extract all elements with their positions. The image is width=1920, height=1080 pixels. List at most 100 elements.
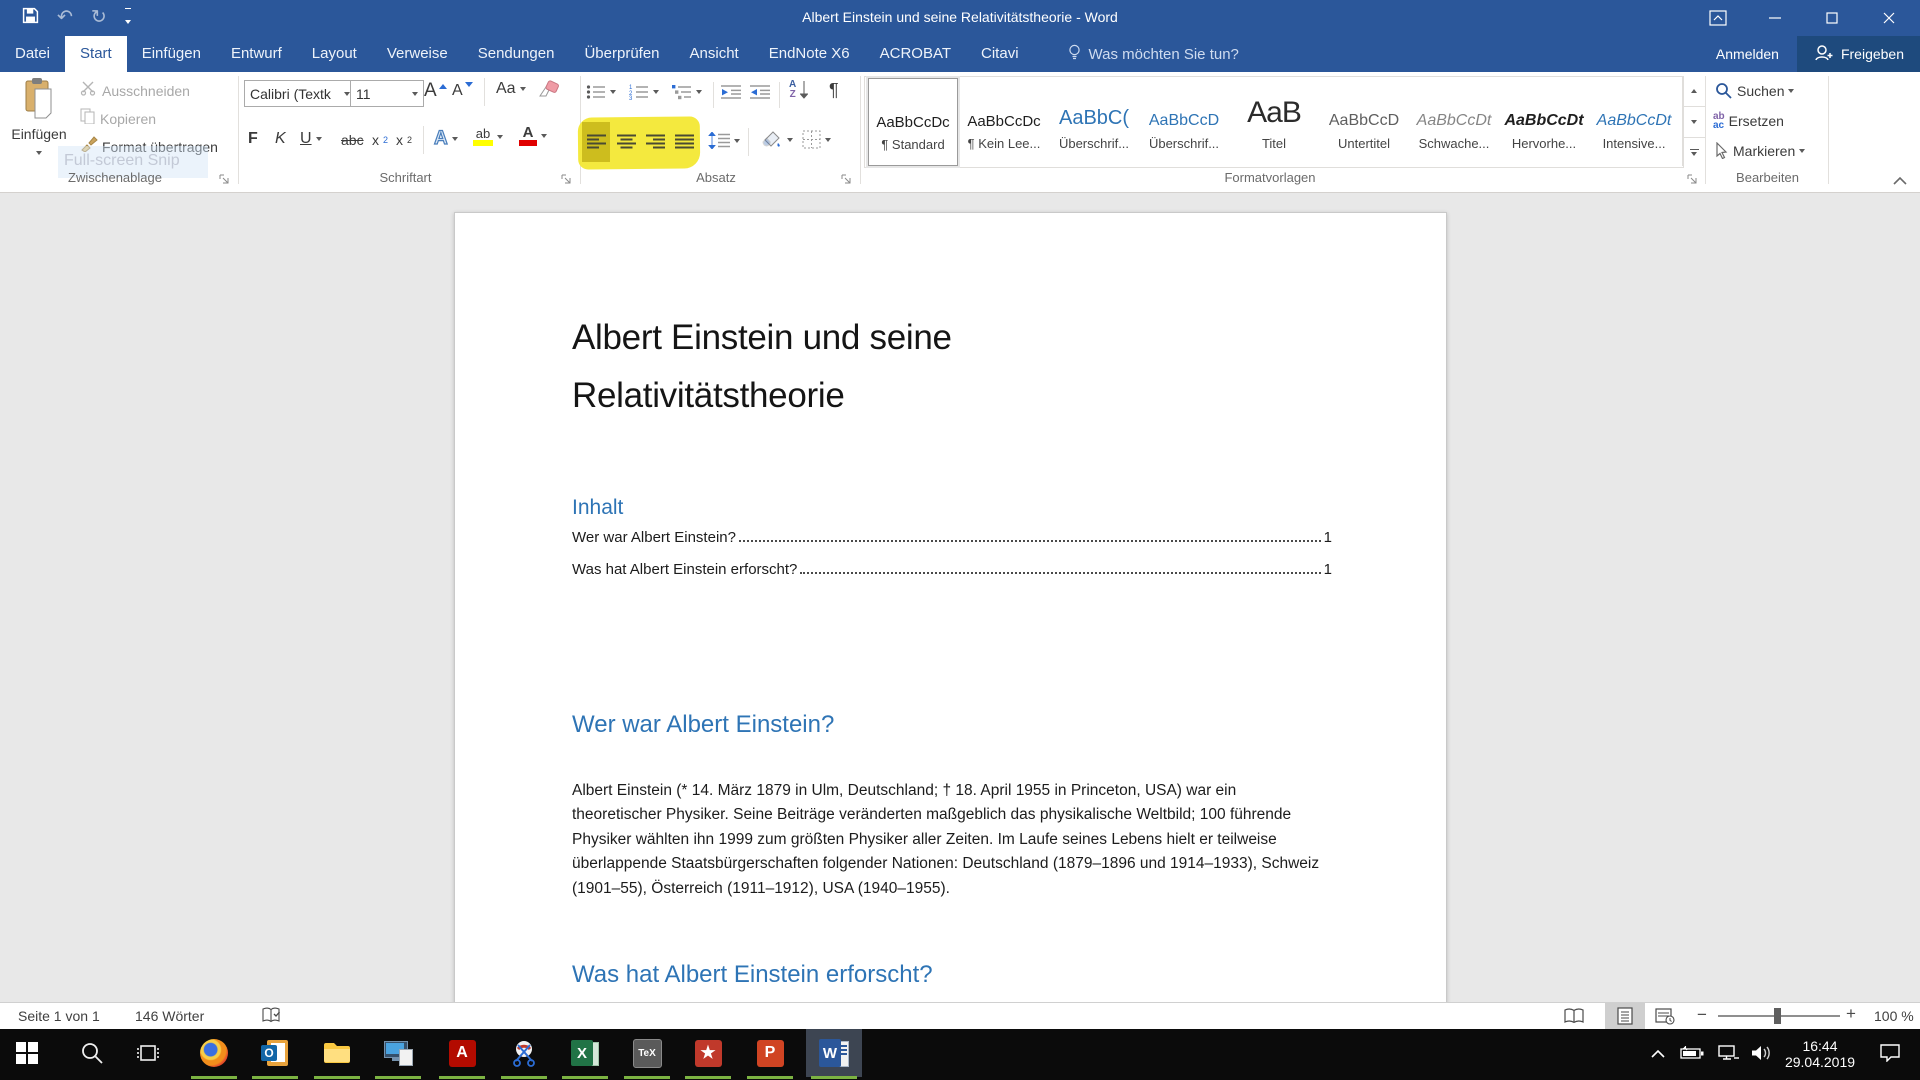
- grow-font-button[interactable]: A: [424, 80, 447, 102]
- clear-formatting-button[interactable]: [538, 80, 560, 98]
- cut-button[interactable]: Ausschneiden: [80, 80, 190, 101]
- text-highlight-button[interactable]: ab: [473, 127, 503, 146]
- text-effects-button[interactable]: A: [434, 128, 458, 150]
- ribbon-display-options-button[interactable]: [1695, 0, 1741, 36]
- tab-start[interactable]: Start: [65, 36, 127, 72]
- font-dialog-launcher-icon[interactable]: [560, 173, 573, 186]
- tab-sendungen[interactable]: Sendungen: [463, 36, 570, 72]
- increase-indent-button[interactable]: [750, 84, 770, 100]
- font-size-combobox[interactable]: 11: [350, 80, 424, 107]
- toc-entry[interactable]: Wer war Albert Einstein? 1: [572, 529, 1332, 546]
- tab-entwurf[interactable]: Entwurf: [216, 36, 297, 72]
- align-center-button[interactable]: [617, 134, 636, 149]
- style-kein-leerraum[interactable]: AaBbCcDc ¶ Kein Lee...: [960, 78, 1048, 164]
- italic-button[interactable]: K: [275, 130, 286, 148]
- document-heading-2[interactable]: Was hat Albert Einstein erforscht?: [572, 961, 933, 989]
- zoom-out-button[interactable]: −: [1697, 1005, 1707, 1025]
- subscript-button[interactable]: x2: [372, 132, 388, 148]
- taskbar-app-snipping-tool[interactable]: [498, 1029, 550, 1077]
- numbering-button[interactable]: 123: [629, 84, 659, 100]
- tray-volume-icon[interactable]: [1744, 1029, 1780, 1077]
- sign-in-button[interactable]: Anmelden: [1698, 36, 1797, 72]
- taskbar-search-button[interactable]: [66, 1029, 118, 1077]
- styles-scroll-down-button[interactable]: [1683, 107, 1705, 138]
- tab-einfuegen[interactable]: Einfügen: [127, 36, 216, 72]
- tray-show-hidden-icons-button[interactable]: [1638, 1029, 1678, 1077]
- tab-endnote[interactable]: EndNote X6: [754, 36, 865, 72]
- borders-button[interactable]: [802, 130, 831, 149]
- tab-ueberpruefen[interactable]: Überprüfen: [569, 36, 674, 72]
- toc-entry[interactable]: Was hat Albert Einstein erforscht? 1: [572, 561, 1332, 578]
- page-count-status[interactable]: Seite 1 von 1: [18, 1008, 100, 1024]
- shrink-font-button[interactable]: A: [452, 82, 473, 100]
- taskbar-app-wunderlist[interactable]: ★: [682, 1029, 734, 1077]
- toc-entry-page[interactable]: 1: [1324, 529, 1332, 546]
- style-schwache-hervorhebung[interactable]: AaBbCcDt Schwache...: [1410, 78, 1498, 164]
- taskbar-app-powerpoint[interactable]: P: [744, 1029, 796, 1077]
- task-view-button[interactable]: [122, 1029, 174, 1077]
- style-untertitel[interactable]: AaBbCcD Untertitel: [1320, 78, 1408, 164]
- collapse-ribbon-button[interactable]: [1893, 172, 1907, 190]
- style-titel[interactable]: AaB Titel: [1230, 78, 1318, 164]
- close-button[interactable]: [1866, 0, 1912, 36]
- clipboard-dialog-launcher-icon[interactable]: [218, 173, 231, 186]
- align-left-button[interactable]: [587, 134, 606, 149]
- word-count-status[interactable]: 146 Wörter: [135, 1008, 204, 1024]
- styles-gallery-more-button[interactable]: [1683, 138, 1705, 166]
- taskbar-app-firefox[interactable]: [188, 1029, 240, 1077]
- style-hervorhebung[interactable]: AaBbCcDt Hervorhe...: [1500, 78, 1588, 164]
- find-button[interactable]: Suchen: [1715, 82, 1794, 100]
- action-center-button[interactable]: [1868, 1029, 1912, 1077]
- document-title[interactable]: Albert Einstein und seine Relativitätsth…: [572, 309, 1072, 425]
- maximize-button[interactable]: [1809, 0, 1855, 36]
- pilcrow-button[interactable]: ¶: [829, 80, 839, 101]
- change-case-button[interactable]: Aa: [496, 80, 526, 98]
- tray-network-icon[interactable]: [1710, 1029, 1746, 1077]
- zoom-in-button[interactable]: +: [1846, 1004, 1856, 1024]
- align-right-button[interactable]: [646, 134, 665, 149]
- copy-button[interactable]: Kopieren: [80, 108, 156, 129]
- tab-datei[interactable]: Datei: [0, 36, 65, 72]
- paragraph-dialog-launcher-icon[interactable]: [840, 173, 853, 186]
- select-button[interactable]: Markieren: [1715, 142, 1805, 159]
- web-layout-view-button[interactable]: [1655, 1007, 1675, 1028]
- tab-acrobat[interactable]: ACROBAT: [865, 36, 966, 72]
- justify-button[interactable]: [675, 134, 694, 149]
- style-intensive-hervorhebung[interactable]: AaBbCcDt Intensive...: [1590, 78, 1678, 164]
- taskbar-app-word-active[interactable]: W: [808, 1029, 860, 1077]
- style-ueberschrift2[interactable]: AaBbCcD Überschrif...: [1140, 78, 1228, 164]
- toc-heading[interactable]: Inhalt: [572, 496, 623, 520]
- multilevel-list-button[interactable]: [672, 84, 702, 100]
- styles-dialog-launcher-icon[interactable]: [1686, 173, 1699, 186]
- read-mode-view-button[interactable]: [1563, 1007, 1585, 1028]
- sort-button[interactable]: AZ: [789, 80, 808, 100]
- bold-button[interactable]: F: [248, 130, 258, 148]
- document-heading-1[interactable]: Wer war Albert Einstein?: [572, 711, 834, 739]
- tab-verweise[interactable]: Verweise: [372, 36, 463, 72]
- taskbar-app-devices[interactable]: [372, 1029, 424, 1077]
- share-button[interactable]: Freigeben: [1797, 36, 1920, 72]
- tell-me-box[interactable]: Was möchten Sie tun?: [1068, 36, 1239, 72]
- toc-entry-title[interactable]: Wer war Albert Einstein?: [572, 529, 736, 546]
- toc-entry-title[interactable]: Was hat Albert Einstein erforscht?: [572, 561, 797, 578]
- start-button[interactable]: [1, 1029, 53, 1077]
- strikethrough-button[interactable]: abc: [341, 132, 364, 148]
- font-color-button[interactable]: A: [519, 125, 547, 146]
- replace-button[interactable]: abac Ersetzen: [1713, 112, 1784, 130]
- zoom-level-label[interactable]: 100 %: [1874, 1008, 1914, 1024]
- underline-button[interactable]: U: [300, 130, 322, 148]
- font-family-combobox[interactable]: Calibri (Textk: [244, 80, 356, 107]
- tray-clock[interactable]: 16:44 29.04.2019: [1778, 1038, 1862, 1070]
- bullets-button[interactable]: [586, 84, 616, 100]
- tray-battery-icon[interactable]: [1674, 1029, 1710, 1077]
- decrease-indent-button[interactable]: [721, 84, 741, 100]
- taskbar-app-excel[interactable]: X: [559, 1029, 611, 1077]
- shading-button[interactable]: [759, 130, 793, 150]
- print-layout-view-button[interactable]: [1605, 1003, 1645, 1029]
- style-ueberschrift1[interactable]: AaBbC( Überschrif...: [1050, 78, 1138, 164]
- minimize-button[interactable]: [1752, 0, 1798, 36]
- zoom-slider-handle[interactable]: [1774, 1008, 1781, 1024]
- document-page[interactable]: Albert Einstein und seine Relativitätsth…: [454, 212, 1447, 1016]
- taskbar-app-acrobat[interactable]: A: [436, 1029, 488, 1077]
- taskbar-app-explorer[interactable]: [311, 1029, 363, 1077]
